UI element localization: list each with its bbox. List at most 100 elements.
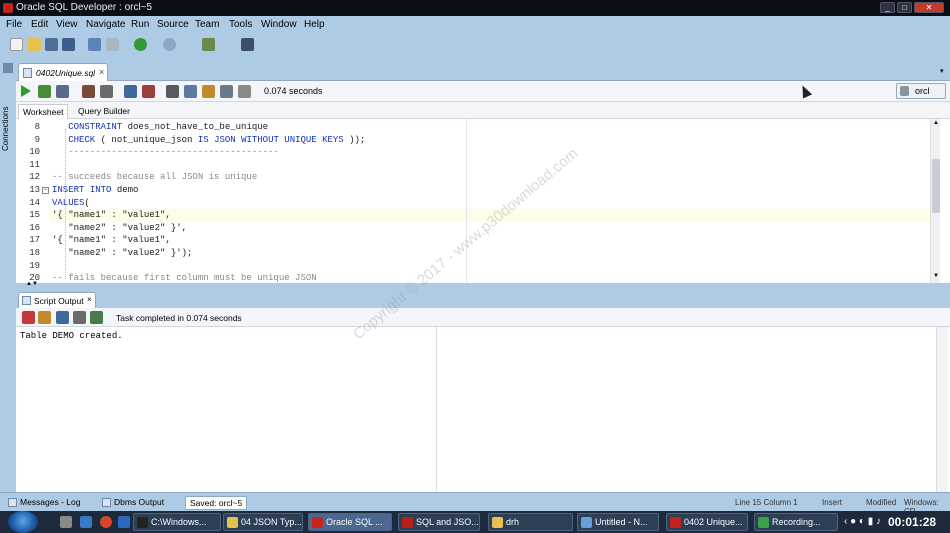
show-desktop-icon[interactable]	[60, 516, 72, 528]
tab-query-builder[interactable]: Query Builder	[74, 104, 134, 119]
taskbar-recording-label: Recording...	[772, 517, 821, 527]
line-number: 19	[29, 260, 40, 271]
eraser-icon[interactable]	[38, 311, 51, 324]
editor-tab[interactable]: 0402Unique.sql ×	[18, 63, 108, 81]
taskbar-drh[interactable]: drh	[488, 513, 573, 531]
code-editor[interactable]: 8 9 10 11 12 13 14 15 16 17 18 19 20− CONSTRAINT doe…	[16, 119, 940, 283]
collapse-up-icon[interactable]: ▲▼	[26, 281, 38, 287]
output-scrollbar[interactable]	[936, 327, 948, 492]
autotrace-icon[interactable]	[56, 85, 69, 98]
menu-file[interactable]: File	[6, 19, 22, 30]
notepad-icon	[581, 517, 592, 528]
back-icon[interactable]	[134, 38, 147, 51]
menu-window[interactable]: Window	[261, 19, 297, 30]
menu-view[interactable]: View	[56, 19, 78, 30]
scroll-down-icon[interactable]: ▼	[933, 273, 939, 279]
line-number: 10	[29, 147, 40, 158]
window-title: Oracle SQL Developer : orcl~5	[16, 2, 153, 13]
scroll-up-icon[interactable]: ▲	[933, 120, 939, 126]
fold-toggle-icon[interactable]: −	[42, 187, 49, 194]
bottom-status-bar: Messages - Log Dbms Output Saved: orcl~5…	[0, 492, 950, 516]
connections-icon[interactable]	[3, 63, 13, 73]
binoculars-icon[interactable]	[241, 38, 254, 51]
dbms-output-tab[interactable]: Dbms Output	[98, 495, 168, 510]
tab-worksheet[interactable]: Worksheet	[18, 104, 69, 119]
menu-help[interactable]: Help	[304, 19, 325, 30]
menu-source[interactable]: Source	[157, 19, 189, 30]
commit-icon[interactable]	[124, 85, 137, 98]
connections-strip: Connections	[0, 57, 16, 492]
menu-run[interactable]: Run	[131, 19, 149, 30]
editor-scroll-thumb[interactable]	[932, 159, 940, 213]
clear-icon[interactable]	[202, 85, 215, 98]
close-output-icon[interactable]: ×	[87, 295, 92, 304]
menu-tools[interactable]: Tools	[229, 19, 252, 30]
taskbar-sql-json-label: SQL and JSO...	[416, 517, 479, 527]
minimize-button[interactable]: _	[880, 2, 895, 13]
taskbar-json-types[interactable]: 04 JSON Typ...	[223, 513, 303, 531]
taskbar-cmd-label: C:\Windows...	[151, 517, 207, 527]
forward-icon[interactable]	[163, 38, 176, 51]
new-file-icon[interactable]	[10, 38, 23, 51]
to-upper-icon[interactable]	[184, 85, 197, 98]
history-icon[interactable]	[220, 85, 233, 98]
close-window-button[interactable]: ✕	[914, 2, 944, 13]
connection-select[interactable]: orcl	[896, 83, 946, 99]
menu-navigate[interactable]: Navigate	[86, 19, 125, 30]
messages-log-tab[interactable]: Messages - Log	[4, 495, 84, 510]
save-icon[interactable]	[45, 38, 58, 51]
recording-icon	[758, 517, 769, 528]
taskbar-recording[interactable]: Recording...	[754, 513, 838, 531]
run-statement-icon[interactable]	[21, 85, 31, 97]
script-output-icon	[22, 296, 31, 305]
taskbar-unique[interactable]: 0402 Unique...	[666, 513, 748, 531]
run-script-icon[interactable]	[38, 85, 51, 98]
start-button[interactable]	[8, 511, 38, 533]
connections-label[interactable]: Connections	[1, 91, 10, 151]
taskbar-cmd[interactable]: C:\Windows...	[133, 513, 221, 531]
open-folder-icon[interactable]	[28, 38, 41, 51]
app-icon	[3, 3, 13, 13]
edit-mode: Insert	[822, 498, 843, 507]
panel-splitter[interactable]: ▲▼	[16, 281, 950, 290]
maximize-button[interactable]: □	[897, 2, 912, 13]
print-icon[interactable]	[73, 311, 86, 324]
taskbar-sql-developer-label: Oracle SQL ...	[326, 517, 383, 527]
explorer-icon[interactable]	[80, 516, 92, 528]
redo-icon[interactable]	[106, 38, 119, 51]
taskbar-sql-developer[interactable]: Oracle SQL ...	[308, 513, 392, 531]
run-icon[interactable]	[202, 38, 215, 51]
menu-team[interactable]: Team	[195, 19, 219, 30]
tab-list-icon[interactable]: ▾	[940, 67, 944, 75]
script-output-tab[interactable]: Script Output ×	[18, 292, 96, 308]
sql-tuning-icon[interactable]	[100, 85, 113, 98]
script-output-area[interactable]: Table DEMO created.	[16, 327, 950, 492]
sql-file-icon	[23, 68, 32, 78]
format-icon[interactable]	[238, 85, 251, 98]
code-line: "name2" : "value2" }');	[52, 248, 193, 258]
pin-icon[interactable]	[22, 311, 35, 324]
editor-tab-label: 0402Unique.sql	[36, 68, 96, 78]
menu-bar: File Edit View Navigate Run Source Team …	[0, 16, 950, 33]
ie-icon[interactable]	[118, 516, 130, 528]
export-icon[interactable]	[90, 311, 103, 324]
save-output-icon[interactable]	[56, 311, 69, 324]
chrome-icon[interactable]	[100, 516, 112, 528]
cursor-position: Line 15 Column 1	[735, 498, 798, 507]
close-tab-icon[interactable]: ×	[99, 67, 104, 77]
unshared-sql-icon[interactable]	[166, 85, 179, 98]
menu-edit[interactable]: Edit	[31, 19, 48, 30]
worksheet-sub-tabs: Worksheet Query Builder	[16, 102, 950, 119]
taskbar-notepad[interactable]: Untitled - N...	[577, 513, 659, 531]
editor-tab-bar: 0402Unique.sql × ▾	[16, 62, 950, 81]
system-tray[interactable]: ‹ ● ◐ ▮ ♪	[844, 516, 881, 527]
code-line: -- succeeds because all JSON is unique	[52, 172, 258, 183]
editor-scrollbar[interactable]: ▲ ▼	[930, 119, 940, 283]
undo-icon[interactable]	[88, 38, 101, 51]
output-text: Table DEMO created.	[20, 331, 123, 341]
explain-plan-icon[interactable]	[82, 85, 95, 98]
output-tab-bar: Script Output ×	[16, 290, 950, 308]
rollback-icon[interactable]	[142, 85, 155, 98]
taskbar-sql-json[interactable]: SQL and JSO...	[398, 513, 480, 531]
save-all-icon[interactable]	[62, 38, 75, 51]
